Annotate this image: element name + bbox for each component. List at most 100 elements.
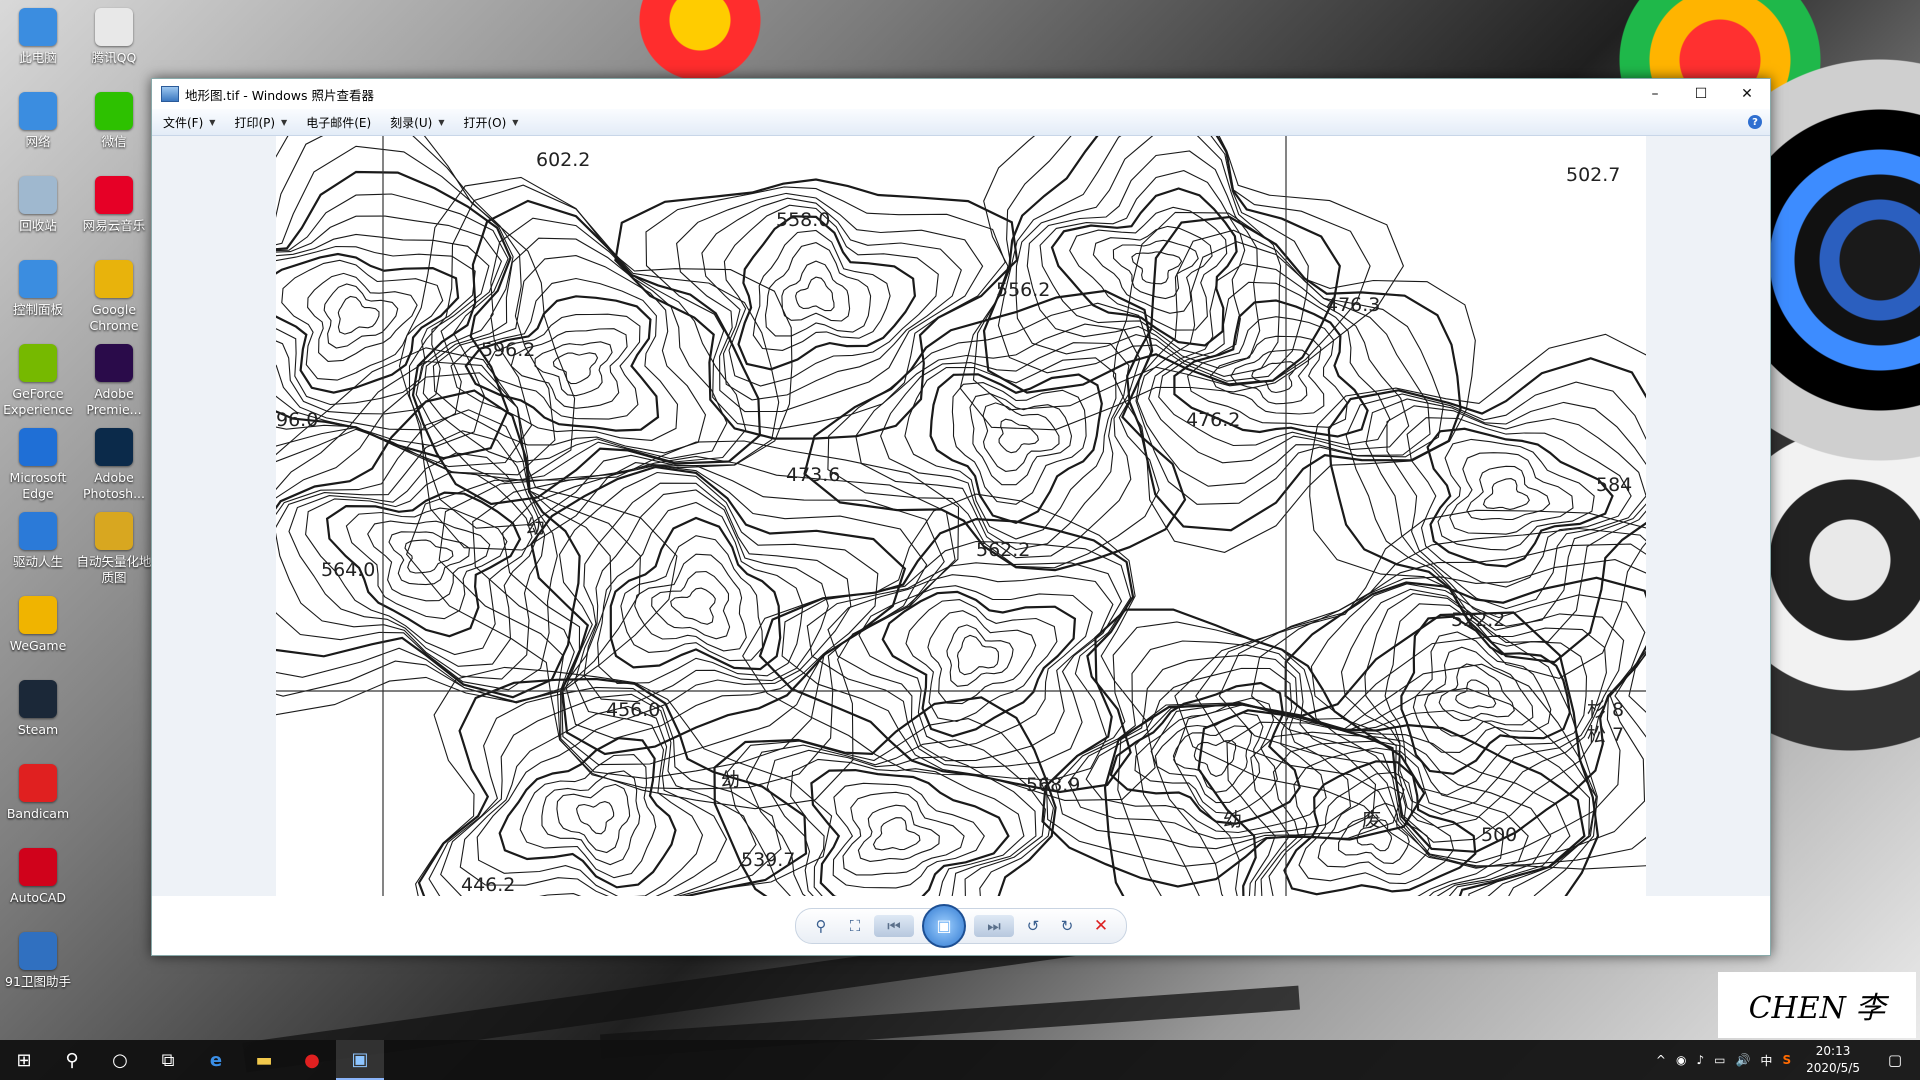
desktop-icon[interactable]: 91卫图助手 — [0, 932, 76, 990]
contour-line — [459, 705, 728, 896]
desktop-icon[interactable]: Adobe Photosh... — [76, 428, 152, 502]
elevation-label: 568.9 — [1026, 774, 1080, 796]
menu-email[interactable]: 电子邮件(E) — [295, 109, 379, 135]
contour-line — [1112, 211, 1476, 553]
contour-line — [276, 360, 641, 703]
desktop-icon[interactable]: WeGame — [0, 596, 76, 654]
elevation-label: 502.7 — [1566, 164, 1620, 186]
contour-line — [998, 418, 1040, 454]
network-tray-icon[interactable]: ▭ — [1714, 1053, 1725, 1067]
contour-line — [1455, 679, 1497, 709]
contour-line — [1172, 725, 1253, 793]
task-view-icon[interactable]: ⧉ — [144, 1040, 192, 1080]
desktop-icon-label: 驱动人生 — [12, 554, 63, 569]
menu-open[interactable]: 打开(O) ▼ — [452, 109, 526, 135]
bandicam-taskbar-icon[interactable]: ● — [288, 1040, 336, 1080]
tray-qq-icon[interactable]: ♪ — [1696, 1053, 1704, 1067]
notification-icon[interactable]: ▢ — [1875, 1040, 1915, 1080]
desktop-icon[interactable]: 微信 — [76, 92, 152, 150]
contour-line — [795, 276, 835, 312]
rotate-right-icon[interactable]: ↻ — [1050, 912, 1084, 940]
slideshow-button[interactable]: ▣ — [922, 903, 966, 948]
desktop-icon[interactable]: Google Chrome — [76, 260, 152, 334]
chevron-down-icon: ▼ — [512, 117, 519, 127]
desktop-icon[interactable]: 回收站 — [0, 176, 76, 234]
elevation-label: 522.2 — [1451, 609, 1505, 631]
control-group: ⚲ ⛶ ⏮ ▣ ⏭ ↺ ↻ ✕ — [795, 903, 1127, 948]
desktop-icon[interactable]: Microsoft Edge — [0, 428, 76, 502]
sogou-ime-icon[interactable]: S — [1782, 1053, 1791, 1067]
desktop-icon[interactable]: 腾讯QQ — [76, 8, 152, 66]
edge-icon — [19, 428, 57, 466]
contour-line — [827, 574, 1114, 762]
elevation-label: 476.2 — [1186, 409, 1240, 431]
desktop-icon[interactable]: Bandicam — [0, 764, 76, 822]
desktop-icon[interactable]: Steam — [0, 680, 76, 738]
cortana-icon[interactable]: ○ — [96, 1040, 144, 1080]
tray-app-icon[interactable]: ◉ — [1676, 1053, 1686, 1067]
computer-icon — [19, 8, 57, 46]
elevation-label: 幼 — [526, 516, 545, 538]
contour-line — [1026, 150, 1261, 369]
elevation-label: 幼 — [1223, 809, 1242, 831]
contour-line — [1117, 634, 1598, 896]
contour-map: 602.2 502.7 558.0 556.2 476.3 596.2 96.0 476.2 4… — [276, 136, 1646, 896]
edge-taskbar-icon[interactable]: e — [192, 1040, 240, 1080]
elevation-label: 476.3 — [1326, 294, 1380, 316]
help-icon[interactable]: ? — [1748, 115, 1762, 129]
desktop-icon[interactable]: 此电脑 — [0, 8, 76, 66]
desktop-icon-label: 腾讯QQ — [91, 50, 137, 65]
chevron-down-icon: ▼ — [281, 117, 288, 127]
desktop-icon-label: 控制面板 — [12, 302, 63, 317]
next-button[interactable]: ⏭ — [974, 914, 1014, 937]
chevron-down-icon: ▼ — [209, 117, 216, 127]
menu-file[interactable]: 文件(F) ▼ — [152, 109, 223, 135]
start-icon[interactable]: ⊞ — [0, 1040, 48, 1080]
menu-burn[interactable]: 刻录(U) ▼ — [379, 109, 452, 135]
delete-icon[interactable]: ✕ — [1084, 912, 1118, 940]
photo-viewer-taskbar-icon[interactable]: ▣ — [336, 1040, 384, 1080]
photo-viewer-icon — [161, 86, 179, 102]
desktop-icon[interactable]: GeForce Experience — [0, 344, 76, 418]
contour-line — [1449, 452, 1574, 535]
clock[interactable]: 20:13 2020/5/5 — [1806, 1043, 1860, 1077]
zoom-icon[interactable]: ⚲ — [804, 912, 838, 940]
contour-line — [781, 260, 851, 322]
fit-window-icon[interactable]: ⛶ — [838, 912, 872, 940]
desktop-icon[interactable]: 网络 — [0, 92, 76, 150]
desktop-icon[interactable]: AutoCAD — [0, 848, 76, 906]
tray-expand-icon[interactable]: ^ — [1656, 1053, 1666, 1067]
desktop-icon[interactable]: 网易云音乐 — [76, 176, 152, 234]
elevation-label: 杉 8 — [1587, 699, 1624, 721]
geforce-icon — [19, 344, 57, 382]
contour-line — [530, 465, 907, 756]
desktop-icon-label: Adobe Photosh... — [82, 470, 145, 501]
contour-line — [367, 520, 491, 602]
previous-button[interactable]: ⏮ — [874, 914, 914, 937]
taskbar: ⊞ ⚲ ○ ⧉ e ▬ ● ▣ ^ ◉ ♪ ▭ 🔊 中 S 20:13 2020… — [0, 1040, 1920, 1080]
desktop-icon[interactable]: 驱动人生 — [0, 512, 76, 570]
title-bar[interactable]: 地形图.tif - Windows 照片查看器 – ☐ ✕ — [152, 79, 1770, 109]
contour-line — [552, 352, 599, 385]
contour-line — [323, 283, 399, 349]
maximize-button[interactable]: ☐ — [1678, 79, 1724, 109]
image-viewport[interactable]: 602.2 502.7 558.0 556.2 476.3 596.2 96.0 476.2 4… — [152, 136, 1770, 896]
contour-line — [556, 783, 631, 854]
ime-indicator[interactable]: 中 — [1760, 1052, 1772, 1069]
minimize-button[interactable]: – — [1632, 79, 1678, 109]
desktop-icon[interactable]: 自动矢量化地质图 — [76, 512, 152, 586]
close-button[interactable]: ✕ — [1724, 79, 1770, 109]
clock-date: 2020/5/5 — [1806, 1061, 1860, 1075]
volume-icon[interactable]: 🔊 — [1735, 1053, 1750, 1067]
rotate-left-icon[interactable]: ↺ — [1016, 912, 1050, 940]
elevation-label: 幼 — [721, 769, 740, 791]
menu-print[interactable]: 打印(P) ▼ — [223, 109, 295, 135]
wechat-icon — [95, 92, 133, 130]
desktop-icon[interactable]: Adobe Premie... — [76, 344, 152, 418]
photoshop-icon — [95, 428, 133, 466]
file-explorer-icon[interactable]: ▬ — [240, 1040, 288, 1080]
search-icon[interactable]: ⚲ — [48, 1040, 96, 1080]
contour-line — [428, 686, 782, 896]
desktop-icon[interactable]: 控制面板 — [0, 260, 76, 318]
netease-music-icon — [95, 176, 133, 214]
